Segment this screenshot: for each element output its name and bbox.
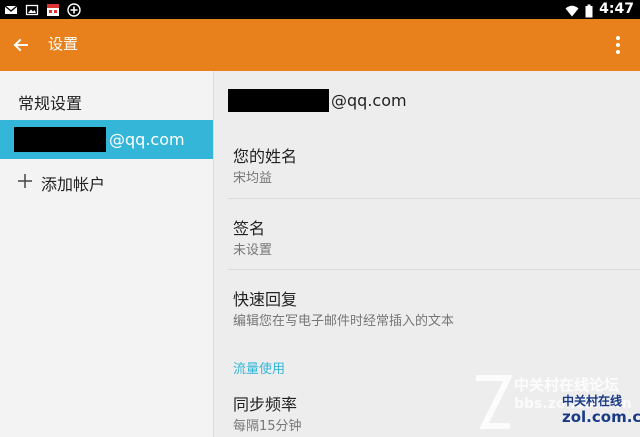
zol-z-logo-icon xyxy=(476,375,513,429)
general-settings-item[interactable]: 常规设置 xyxy=(18,90,82,114)
more-vert-icon xyxy=(616,36,620,54)
status-time: 4:47 xyxy=(599,1,634,17)
app-bar: 设置 xyxy=(0,19,640,71)
status-icons-right: 4:47 xyxy=(565,1,634,18)
image-icon xyxy=(25,2,39,16)
pref-summary: 编辑您在写电子邮件时经常插入的文本 xyxy=(233,314,455,329)
app-title: 设置 xyxy=(48,35,79,53)
add-account-label: 添加帐户 xyxy=(41,175,106,194)
account-item-selected[interactable]: @qq.com xyxy=(0,120,213,159)
watermark: 中关村在线论坛 bbs.zol.com.cn 中关村在线 zol.com.cn xyxy=(470,372,640,437)
sync-icon xyxy=(67,2,81,17)
zol-logo-cn: 中关村在线 xyxy=(562,394,623,408)
pref-summary: 宋均益 xyxy=(233,171,273,186)
pref-summary: 未设置 xyxy=(233,243,273,258)
battery-icon xyxy=(585,3,593,17)
redaction-block xyxy=(14,127,106,152)
zol-logo: 中关村在线 zol.com.cn xyxy=(562,392,640,428)
pref-title: 签名 xyxy=(233,219,266,238)
settings-nav: 常规设置 @qq.com 添加帐户 xyxy=(0,71,213,437)
pref-quick-responses[interactable]: 快速回复 编辑您在写电子邮件时经常插入的文本 xyxy=(214,276,640,340)
pref-your-name[interactable]: 您的姓名 宋均益 xyxy=(214,133,640,197)
account-header-suffix: @qq.com xyxy=(331,91,407,110)
pref-summary: 每隔15分钟 xyxy=(233,419,302,434)
wifi-icon xyxy=(565,3,579,17)
mail-icon xyxy=(4,2,18,16)
calendar-icon xyxy=(46,2,60,16)
section-header-data-usage: 流量使用 xyxy=(233,362,286,377)
account-email-suffix: @qq.com xyxy=(109,130,185,149)
status-icons-left xyxy=(4,2,81,17)
back-button[interactable] xyxy=(8,32,34,58)
row-divider xyxy=(228,198,640,199)
pref-title: 同步频率 xyxy=(233,395,298,414)
pref-title: 您的姓名 xyxy=(233,147,298,166)
redaction-block xyxy=(228,89,329,112)
pref-title: 快速回复 xyxy=(233,290,298,309)
zol-logo-en: zol.com.cn xyxy=(562,408,640,426)
plus-icon xyxy=(18,174,32,188)
row-divider xyxy=(228,269,640,270)
arrow-back-icon xyxy=(13,38,28,52)
pref-signature[interactable]: 签名 未设置 xyxy=(214,205,640,269)
overflow-menu-button[interactable] xyxy=(612,33,624,57)
status-bar: 4:47 xyxy=(0,0,640,19)
add-account-button[interactable]: 添加帐户 xyxy=(0,163,213,199)
